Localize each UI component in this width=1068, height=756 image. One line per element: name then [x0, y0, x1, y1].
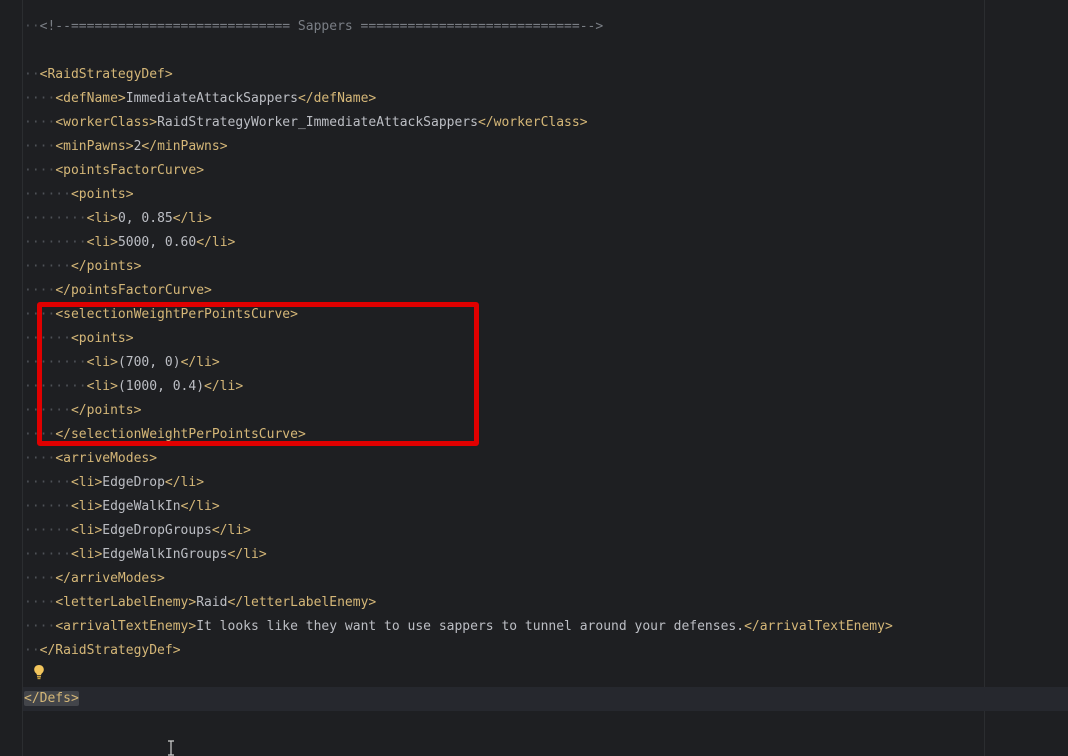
xml-text: ImmediateAttackSappers: [125, 91, 298, 106]
code-line[interactable]: [24, 39, 893, 63]
xml-tag: </li>: [211, 523, 251, 538]
xml-tag: </minPawns>: [141, 139, 228, 154]
xml-tag: <arriveModes>: [55, 451, 158, 466]
indent-guide: ····: [24, 283, 56, 298]
xml-text: It looks like they want to use sappers t…: [196, 619, 745, 634]
xml-tag: </li>: [180, 499, 220, 514]
xml-text: Raid: [196, 595, 228, 610]
xml-tag: <li>: [70, 547, 103, 562]
code-line[interactable]: ········<li>5000, 0.60</li>: [24, 231, 893, 255]
indent-guide: ····: [24, 139, 56, 154]
xml-tag: </Defs>: [24, 691, 79, 706]
right-margin-guide: [984, 0, 985, 756]
indent-guide: ··: [24, 19, 40, 34]
xml-tag: </arriveModes>: [55, 571, 165, 586]
xml-tag: </li>: [227, 547, 267, 562]
text-cursor-icon: [168, 740, 174, 756]
xml-text: RaidStrategyWorker_ImmediateAttackSapper…: [157, 115, 478, 130]
gutter-divider: [22, 0, 23, 756]
indent-guide: ······: [24, 499, 71, 514]
xml-tag: </arrivalTextEnemy>: [744, 619, 893, 634]
indent-guide: ······: [24, 187, 71, 202]
xml-tag: <letterLabelEnemy>: [55, 595, 197, 610]
code-line[interactable]: ····</arriveModes>: [24, 567, 893, 591]
xml-tag: </li>: [172, 211, 212, 226]
xml-text: EdgeWalkInGroups: [102, 547, 228, 562]
xml-text: 5000, 0.60: [117, 235, 197, 250]
xml-tag: <workerClass>: [55, 115, 158, 130]
code-line[interactable]: </Defs>: [24, 687, 893, 711]
code-line[interactable]: ········<li>0, 0.85</li>: [24, 207, 893, 231]
indent-guide: ····: [24, 91, 56, 106]
xml-text: EdgeDrop: [102, 475, 165, 490]
code-line[interactable]: ····<defName>ImmediateAttackSappers</def…: [24, 87, 893, 111]
indent-guide: ······: [24, 475, 71, 490]
code-line[interactable]: ····<arrivalTextEnemy>It looks like they…: [24, 615, 893, 639]
xml-tag: <pointsFactorCurve>: [55, 163, 205, 178]
xml-tag: </defName>: [297, 91, 377, 106]
xml-tag: </pointsFactorCurve>: [55, 283, 212, 298]
code-line[interactable]: ····<arriveModes>: [24, 447, 893, 471]
indent-guide: ··: [24, 67, 40, 82]
xml-tag: </points>: [70, 259, 142, 274]
indent-guide: ········: [24, 211, 87, 226]
indent-guide: ······: [24, 259, 71, 274]
indent-guide: ····: [24, 571, 56, 586]
code-line[interactable]: [24, 663, 893, 687]
code-line[interactable]: ··</RaidStrategyDef>: [24, 639, 893, 663]
xml-comment: <!--============================ Sappers…: [39, 19, 604, 34]
xml-tag: <minPawns>: [55, 139, 134, 154]
code-line[interactable]: ······</points>: [24, 255, 893, 279]
xml-tag: <li>: [70, 475, 103, 490]
indent-guide: ····: [24, 115, 56, 130]
annotation-highlight-box: [37, 302, 479, 446]
xml-text: 0, 0.85: [117, 211, 173, 226]
xml-tag: <RaidStrategyDef>: [39, 67, 173, 82]
code-line[interactable]: ····<workerClass>RaidStrategyWorker_Imme…: [24, 111, 893, 135]
indent-guide: ····: [24, 595, 56, 610]
xml-text: EdgeWalkIn: [102, 499, 181, 514]
xml-tag: <li>: [86, 211, 118, 226]
indent-guide: ······: [24, 523, 71, 538]
code-line[interactable]: ······<li>EdgeDrop</li>: [24, 471, 893, 495]
xml-tag: <li>: [70, 523, 103, 538]
indent-guide: ········: [24, 235, 87, 250]
indent-guide: ··: [24, 643, 40, 658]
xml-tag: </li>: [196, 235, 236, 250]
xml-tag: </letterLabelEnemy>: [227, 595, 377, 610]
xml-tag: <points>: [70, 187, 134, 202]
code-line[interactable]: ··<!--============================ Sappe…: [24, 15, 893, 39]
xml-tag: </li>: [164, 475, 205, 490]
code-line[interactable]: ····<pointsFactorCurve>: [24, 159, 893, 183]
xml-tag: </workerClass>: [477, 115, 588, 130]
code-line[interactable]: ····<letterLabelEnemy>Raid</letterLabelE…: [24, 591, 893, 615]
xml-tag: </RaidStrategyDef>: [39, 643, 181, 658]
indent-guide: ······: [24, 547, 71, 562]
code-line[interactable]: ······<li>EdgeDropGroups</li>: [24, 519, 893, 543]
xml-tag: <li>: [70, 499, 103, 514]
code-line[interactable]: ····<minPawns>2</minPawns>: [24, 135, 893, 159]
lightbulb-icon[interactable]: [33, 664, 45, 680]
code-line[interactable]: ······<li>EdgeWalkInGroups</li>: [24, 543, 893, 567]
code-editor[interactable]: ··<!--============================ Sappe…: [0, 0, 1068, 756]
xml-tag: <li>: [86, 235, 118, 250]
code-line[interactable]: ······<points>: [24, 183, 893, 207]
indent-guide: ····: [24, 451, 56, 466]
xml-tag: <defName>: [55, 91, 126, 106]
xml-text: EdgeDropGroups: [102, 523, 212, 538]
indent-guide: ····: [24, 619, 56, 634]
xml-tag: <arrivalTextEnemy>: [55, 619, 197, 634]
indent-guide: ····: [24, 163, 56, 178]
code-line[interactable]: ······<li>EdgeWalkIn</li>: [24, 495, 893, 519]
code-line[interactable]: ··<RaidStrategyDef>: [24, 63, 893, 87]
code-line[interactable]: ····</pointsFactorCurve>: [24, 279, 893, 303]
